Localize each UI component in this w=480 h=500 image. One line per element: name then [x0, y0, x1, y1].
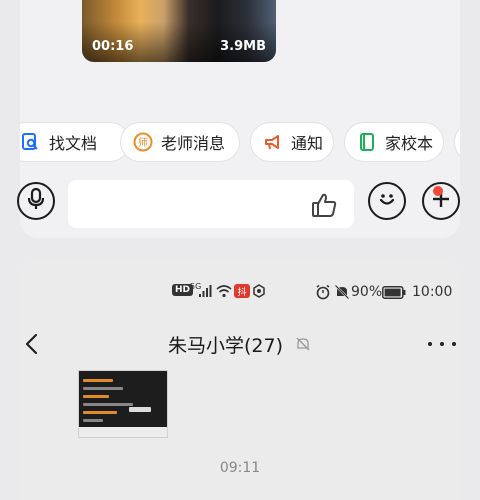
thumb-line: [83, 403, 133, 406]
shield-icon: [252, 284, 266, 298]
notebook-icon: [357, 131, 377, 153]
dot: [428, 342, 432, 346]
status-bar: HD 5G 抖 90% 10:00: [20, 282, 460, 306]
message-composer: [17, 180, 460, 230]
thumb-line: [83, 379, 113, 382]
quick-action-bar: 找文档 师 老师消息 通知 家校本: [20, 122, 460, 166]
app-notification-icon: 抖: [234, 284, 250, 298]
megaphone-icon: [263, 131, 283, 153]
chip-find-doc[interactable]: 找文档: [20, 122, 130, 162]
thumb-line: [83, 387, 123, 390]
muted-icon: [295, 336, 311, 352]
message-timestamp: 09:11: [219, 460, 261, 476]
new-badge-dot: [433, 186, 443, 196]
thumb-line: [83, 395, 109, 398]
video-message[interactable]: 00:16 3.9MB: [82, 0, 276, 62]
thumb-button: [129, 407, 151, 412]
dot: [440, 342, 444, 346]
emoji-button[interactable]: [368, 182, 406, 220]
video-size: 3.9MB: [220, 39, 266, 54]
dot: [452, 342, 456, 346]
more-options-button[interactable]: [428, 332, 456, 356]
chip-label: 老师消息: [161, 134, 226, 153]
chip-more[interactable]: [454, 122, 460, 162]
thumb-navbar: [79, 427, 167, 437]
chat-composer-card: 00:16 3.9MB 找文档 师 老师消息 通知 家校本: [17, 0, 460, 238]
battery-icon: [382, 286, 406, 299]
thumb-line: [83, 411, 117, 414]
thumb-line: [83, 419, 103, 422]
wifi-icon: [216, 284, 232, 298]
back-icon[interactable]: [20, 332, 44, 356]
chat-title: 朱马小学(27): [168, 335, 284, 357]
signal-icon: [198, 284, 212, 298]
embedded-screenshot: HD 5G 抖 90% 10:00 朱马小学(27) 09:11: [20, 260, 460, 500]
microphone-icon: [27, 187, 45, 214]
chip-label: 找文档: [49, 134, 98, 153]
chip-label: 通知: [291, 134, 324, 153]
clock-time: 10:00: [412, 284, 453, 300]
chip-teacher-message[interactable]: 师 老师消息: [120, 122, 240, 162]
like-icon[interactable]: [310, 191, 338, 219]
chip-notice[interactable]: 通知: [250, 122, 334, 162]
mute-bell-icon: [334, 284, 350, 300]
video-duration: 00:16: [92, 39, 134, 54]
chip-label: 家校本: [385, 134, 434, 153]
alarm-icon: [315, 284, 331, 300]
voice-button[interactable]: [17, 182, 55, 220]
chat-title-bar: 朱马小学(27): [20, 328, 460, 362]
teacher-icon: 师: [133, 131, 153, 153]
image-message-thumbnail[interactable]: [78, 370, 168, 438]
svg-text:师: 师: [138, 136, 148, 149]
chip-home-school-book[interactable]: 家校本: [344, 122, 444, 162]
battery-percent: 90%: [351, 284, 383, 300]
svg-text:抖: 抖: [237, 286, 246, 298]
find-doc-icon: [20, 131, 41, 153]
smiley-icon: [376, 188, 398, 214]
